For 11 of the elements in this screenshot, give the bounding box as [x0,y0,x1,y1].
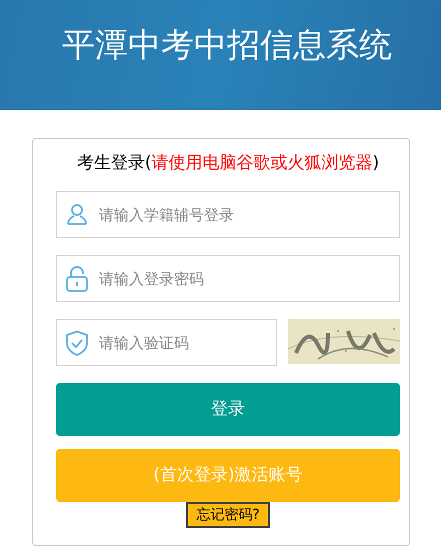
input-field[interactable]: 请输入验证码 [56,319,277,366]
input-field[interactable]: 请输入登录密码 [56,255,400,302]
activate-button[interactable]: (首次登录)激活账号 [56,449,400,502]
input-field[interactable]: 请输入学籍辅号登录 [56,191,400,238]
login-button[interactable]: 登录 [56,383,400,436]
login-heading: 考生登录(请使用电脑谷歌或火狐浏览器) [76,152,380,175]
user-icon [65,202,89,226]
forgot-password-button[interactable]: 忘记密码? [186,502,270,528]
shield-icon [65,330,89,356]
lock-icon [65,266,89,292]
site-title: 平潭中考中招信息系统 [62,24,393,66]
